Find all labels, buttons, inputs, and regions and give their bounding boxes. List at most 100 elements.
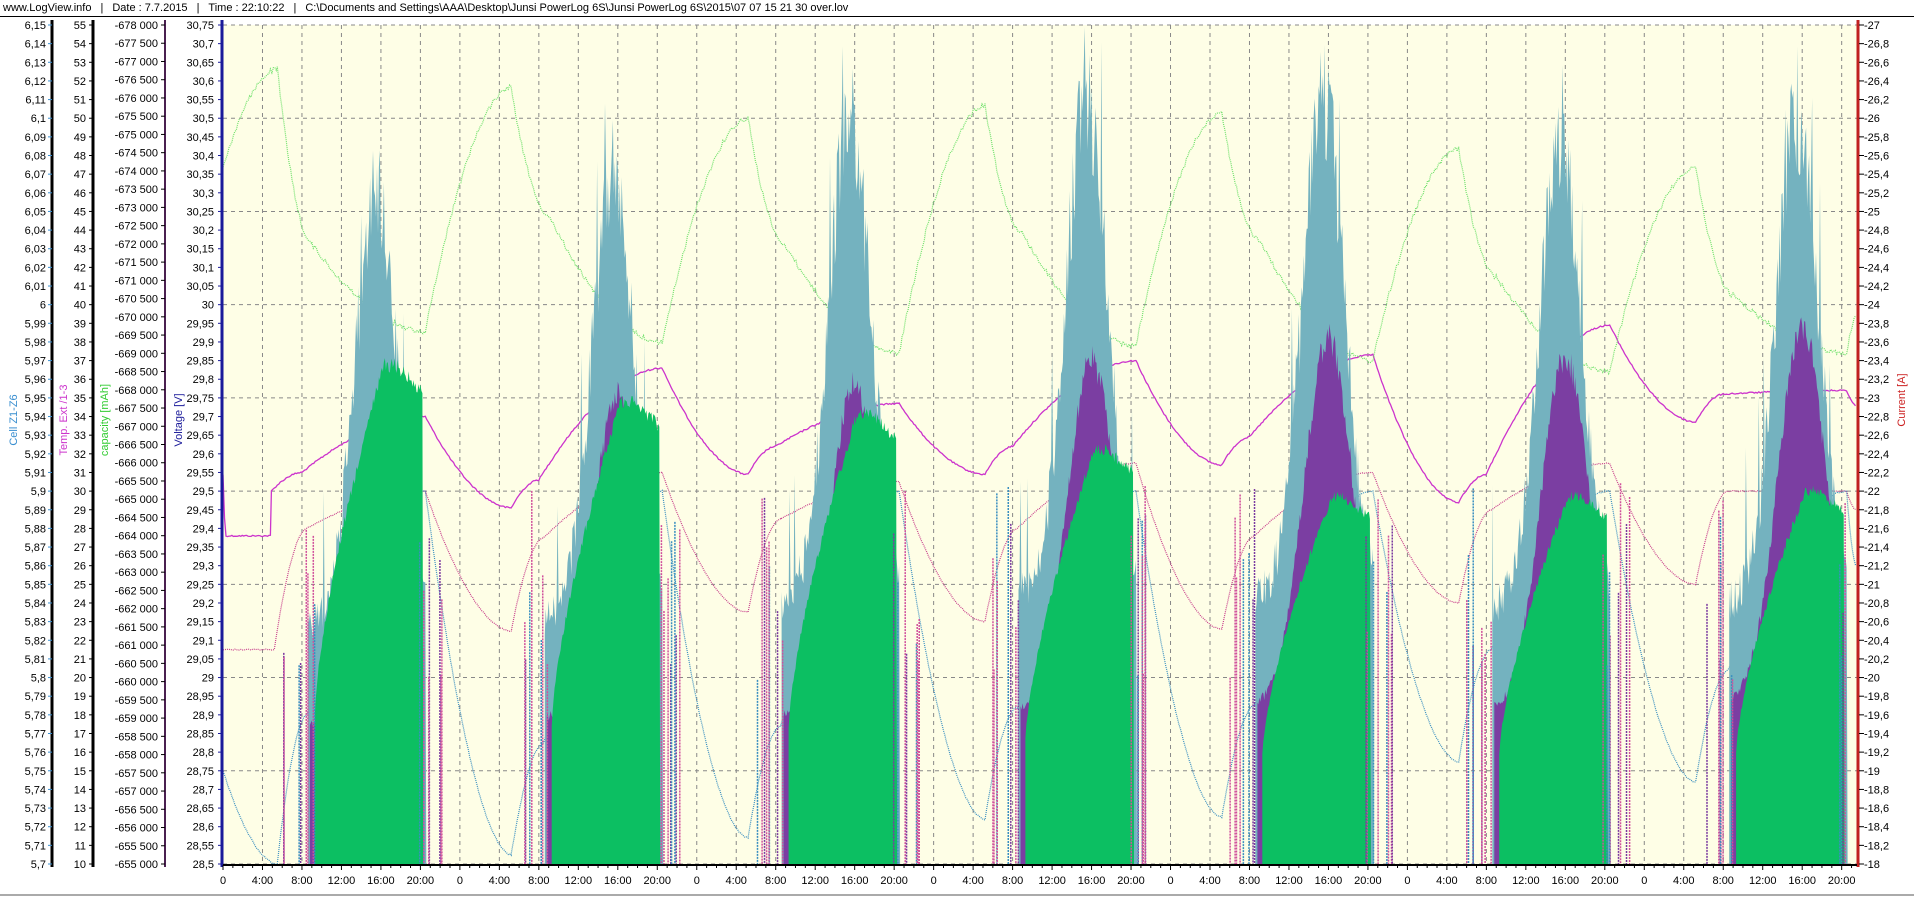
temp-tick-label: 47 [74, 169, 86, 181]
capacity-tick-label: -659 000 [115, 713, 158, 725]
current-tick-label: -20,6 [1864, 617, 1889, 629]
cell-tick-label: 5,75 [25, 766, 46, 778]
current-tick-label: -21,4 [1864, 542, 1889, 554]
x-tick-label: 0 [931, 875, 937, 887]
voltage-tick-label: 30,25 [186, 206, 214, 218]
current-tick-label: -22,2 [1864, 467, 1889, 479]
capacity-tick-label: -671 500 [115, 257, 158, 269]
temp-tick-label: 18 [74, 710, 86, 722]
capacity-tick-label: -675 000 [115, 129, 158, 141]
current-tick-label: -27 [1864, 20, 1880, 32]
temp-tick-label: 33 [74, 430, 86, 442]
capacity-tick-label: -655 000 [115, 859, 158, 871]
log-chart: 6,15 6,14 6,13 6,12 6,11 6,1 6,09 6,08 6,07 6,06 6… [0, 20, 1914, 896]
voltage-tick-label: 30,6 [193, 76, 214, 88]
voltage-tick-label: 30,1 [193, 262, 214, 274]
current-tick-label: -24,8 [1864, 225, 1889, 237]
x-tick-label: 16:00 [1788, 875, 1816, 887]
x-tick-label: 16:00 [1078, 875, 1106, 887]
temp-tick-label: 50 [74, 113, 86, 125]
voltage-tick-label: 28,6 [193, 822, 214, 834]
current-tick-label: -23,2 [1864, 374, 1889, 386]
cell-tick-label: 5,73 [25, 803, 46, 815]
temp-tick-label: 55 [74, 20, 86, 32]
x-tick-label: 8:00 [1476, 875, 1497, 887]
cell-tick-label: 5,98 [25, 337, 46, 349]
current-tick-label: -25,8 [1864, 132, 1889, 144]
cell-tick-label: 5,88 [25, 523, 46, 535]
cell-tick-label: 6,12 [25, 76, 46, 88]
current-tick-label: -20,8 [1864, 598, 1889, 610]
voltage-tick-label: 28,55 [186, 840, 214, 852]
x-tick-label: 4:00 [962, 875, 983, 887]
capacity-tick-label: -661 500 [115, 622, 158, 634]
current-tick-label: -19,8 [1864, 691, 1889, 703]
capacity-tick-label: -664 000 [115, 531, 158, 543]
voltage-tick-label: 29,9 [193, 337, 214, 349]
capacity-tick-label: -667 000 [115, 421, 158, 433]
temp-tick-label: 46 [74, 188, 86, 200]
capacity-tick-label: -666 500 [115, 440, 158, 452]
voltage-tick-label: 29,8 [193, 374, 214, 386]
x-tick-label: 4:00 [726, 875, 747, 887]
capacity-tick-label: -670 000 [115, 312, 158, 324]
capacity-tick-label: -665 000 [115, 494, 158, 506]
voltage-tick-label: 28,7 [193, 784, 214, 796]
x-tick-label: 16:00 [1315, 875, 1343, 887]
voltage-tick-label: 30,75 [186, 20, 214, 32]
current-tick-label: -25,4 [1864, 169, 1889, 181]
temp-tick-label: 37 [74, 356, 86, 368]
x-tick-label: 20:00 [1117, 875, 1145, 887]
capacity-tick-label: -659 500 [115, 695, 158, 707]
current-tick-label: -23,4 [1864, 356, 1889, 368]
x-tick-label: 12:00 [328, 875, 356, 887]
current-tick-label: -20,4 [1864, 635, 1889, 647]
temp-tick-label: 40 [74, 300, 86, 312]
current-tick-label: -21,2 [1864, 561, 1889, 573]
voltage-tick-label: 29,55 [186, 467, 214, 479]
temp-tick-label: 54 [74, 39, 86, 51]
current-tick-label: -26 [1864, 113, 1880, 125]
voltage-tick-label: 28,9 [193, 710, 214, 722]
voltage-tick-label: 30,55 [186, 95, 214, 107]
current-tick-label: -22,8 [1864, 412, 1889, 424]
x-tick-label: 12:00 [1275, 875, 1303, 887]
capacity-axis-title: capacity [mAh] [99, 384, 111, 456]
x-tick-label: 8:00 [765, 875, 786, 887]
capacity-tick-label: -676 500 [115, 75, 158, 87]
current-tick-label: -24,6 [1864, 244, 1889, 256]
current-tick-label: -22,4 [1864, 449, 1889, 461]
cell-tick-label: 5,72 [25, 822, 46, 834]
x-tick-label: 20:00 [407, 875, 435, 887]
x-tick-label: 8:00 [528, 875, 549, 887]
cell-tick-label: 6,09 [25, 132, 46, 144]
x-tick-label: 16:00 [367, 875, 395, 887]
x-tick-label: 0 [1167, 875, 1173, 887]
capacity-tick-label: -668 500 [115, 367, 158, 379]
voltage-tick-label: 29,6 [193, 449, 214, 461]
capacity-tick-label: -657 500 [115, 768, 158, 780]
current-tick-label: -26,6 [1864, 57, 1889, 69]
current-tick-label: -24,2 [1864, 281, 1889, 293]
current-tick-label: -21,6 [1864, 523, 1889, 535]
voltage-tick-label: 28,8 [193, 747, 214, 759]
voltage-tick-label: 29,95 [186, 318, 214, 330]
capacity-tick-label: -658 000 [115, 750, 158, 762]
x-tick-label: 4:00 [1673, 875, 1694, 887]
cell-tick-label: 5,71 [25, 840, 46, 852]
current-tick-label: -18,2 [1864, 840, 1889, 852]
capacity-tick-label: -656 500 [115, 804, 158, 816]
current-tick-label: -18,6 [1864, 803, 1889, 815]
x-tick-label: 12:00 [1038, 875, 1066, 887]
voltage-tick-label: 30,7 [193, 39, 214, 51]
voltage-tick-label: 30,45 [186, 132, 214, 144]
cell-tick-label: 6,05 [25, 206, 46, 218]
x-tick-label: 0 [457, 875, 463, 887]
capacity-tick-label: -669 500 [115, 330, 158, 342]
temp-tick-label: 16 [74, 747, 86, 759]
voltage-tick-label: 29,7 [193, 412, 214, 424]
capacity-tick-label: -677 500 [115, 38, 158, 50]
x-tick-label: 20:00 [1354, 875, 1382, 887]
current-tick-label: -18,8 [1864, 784, 1889, 796]
cell-axis-title: Cell Z1-Z6 [8, 394, 20, 445]
